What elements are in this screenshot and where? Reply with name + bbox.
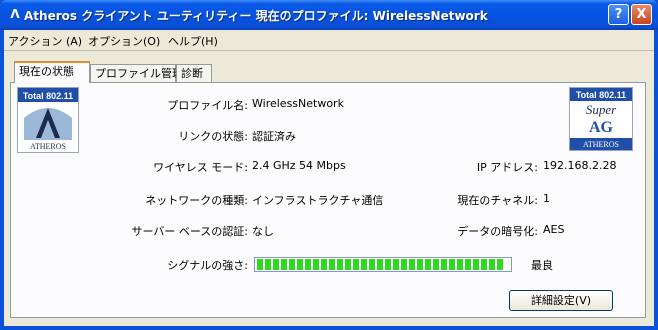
status-panel: Total 802.11 ATHEROS Total 802.11 Super … [10,82,646,318]
encryption-value: AES [543,223,565,236]
close-button[interactable]: X [631,4,652,25]
menu-bar: アクション (A) オプション(O) ヘルプ(H) [4,30,654,51]
signal-segment [321,259,327,270]
signal-segment [265,259,271,270]
signal-segment [289,259,295,270]
signal-segment [481,259,487,270]
ip-address-label: IP アドレス: [476,161,538,174]
menu-options[interactable]: オプション(O) [88,33,160,49]
signal-segment [297,259,303,270]
wireless-mode-value: 2.4 GHz 54 Mbps [252,159,346,172]
atheros-app-icon: Λ [10,7,20,21]
profile-name-label: プロファイル名: [167,99,248,112]
profile-name-value: WirelessNetwork [252,97,344,110]
right-logo-badge: Total 802.11 [576,90,626,100]
signal-segment [433,259,439,270]
advanced-settings-button[interactable]: 詳細設定(V) [509,290,613,311]
server-auth-label: サーバー ベースの認証: [131,225,248,238]
signal-segment [393,259,399,270]
app-window: Λ Atheros クライアント ユーティリティー 現在のプロファイル: Wir… [0,0,658,330]
signal-segment [329,259,335,270]
signal-segment [353,259,359,270]
help-button[interactable]: ? [608,4,629,25]
ip-address-value: 192.168.2.28 [543,159,617,172]
signal-segment [361,259,367,270]
current-channel-label: 現在のチャネル: [457,194,538,207]
signal-segment [377,259,383,270]
right-logo-line1: Super [586,102,617,117]
signal-segment [497,259,503,270]
signal-segment [401,259,407,270]
signal-segment [337,259,343,270]
signal-segment [385,259,391,270]
super-ag-logo: Total 802.11 Super AG ATHEROS [569,87,633,151]
signal-segment [449,259,455,270]
signal-segment [441,259,447,270]
signal-segment [313,259,319,270]
encryption-label: データの暗号化: [457,225,538,238]
right-logo-line2: AG [589,119,614,136]
signal-segment [425,259,431,270]
signal-segment [281,259,287,270]
menu-action[interactable]: アクション (A) [8,33,82,49]
signal-segment [305,259,311,270]
current-channel-value: 1 [543,192,550,205]
left-logo-badge: Total 802.11 [23,91,73,101]
tab-current-status[interactable]: 現在の状態 [14,61,90,83]
link-status-label: リンクの状態: [178,130,248,143]
server-auth-value: なし [252,225,274,238]
menu-help[interactable]: ヘルプ(H) [168,33,218,49]
signal-strength-meter [254,257,512,272]
tab-diagnostics[interactable]: 診断 [176,64,212,82]
signal-segment [473,259,479,270]
signal-strength-label: シグナルの強さ: [167,259,248,272]
wireless-mode-label: ワイヤレス モード: [153,161,248,174]
signal-segment [345,259,351,270]
signal-segment [409,259,415,270]
left-logo-brand: ATHEROS [30,142,66,151]
signal-segment [457,259,463,270]
right-logo-brand: ATHEROS [583,140,619,149]
signal-segment [465,259,471,270]
window-title: Atheros クライアント ユーティリティー 現在のプロファイル: Wirel… [24,9,488,23]
network-type-value: インフラストラクチャ通信 [252,194,384,207]
title-bar[interactable]: Λ Atheros クライアント ユーティリティー 現在のプロファイル: Wir… [0,0,658,30]
atheros-total-logo: Total 802.11 ATHEROS [17,87,79,153]
signal-segment [257,259,263,270]
signal-strength-text: 最良 [531,259,553,272]
network-type-label: ネットワークの種類: [145,194,248,207]
link-status-value: 認証済み [252,130,296,143]
signal-segment [417,259,423,270]
client-area: アクション (A) オプション(O) ヘルプ(H) 現在の状態 プロファイル管理… [4,30,654,326]
tab-profile-management[interactable]: プロファイル管理 [90,64,183,82]
signal-segment [369,259,375,270]
signal-segment [273,259,279,270]
signal-segment [489,259,495,270]
